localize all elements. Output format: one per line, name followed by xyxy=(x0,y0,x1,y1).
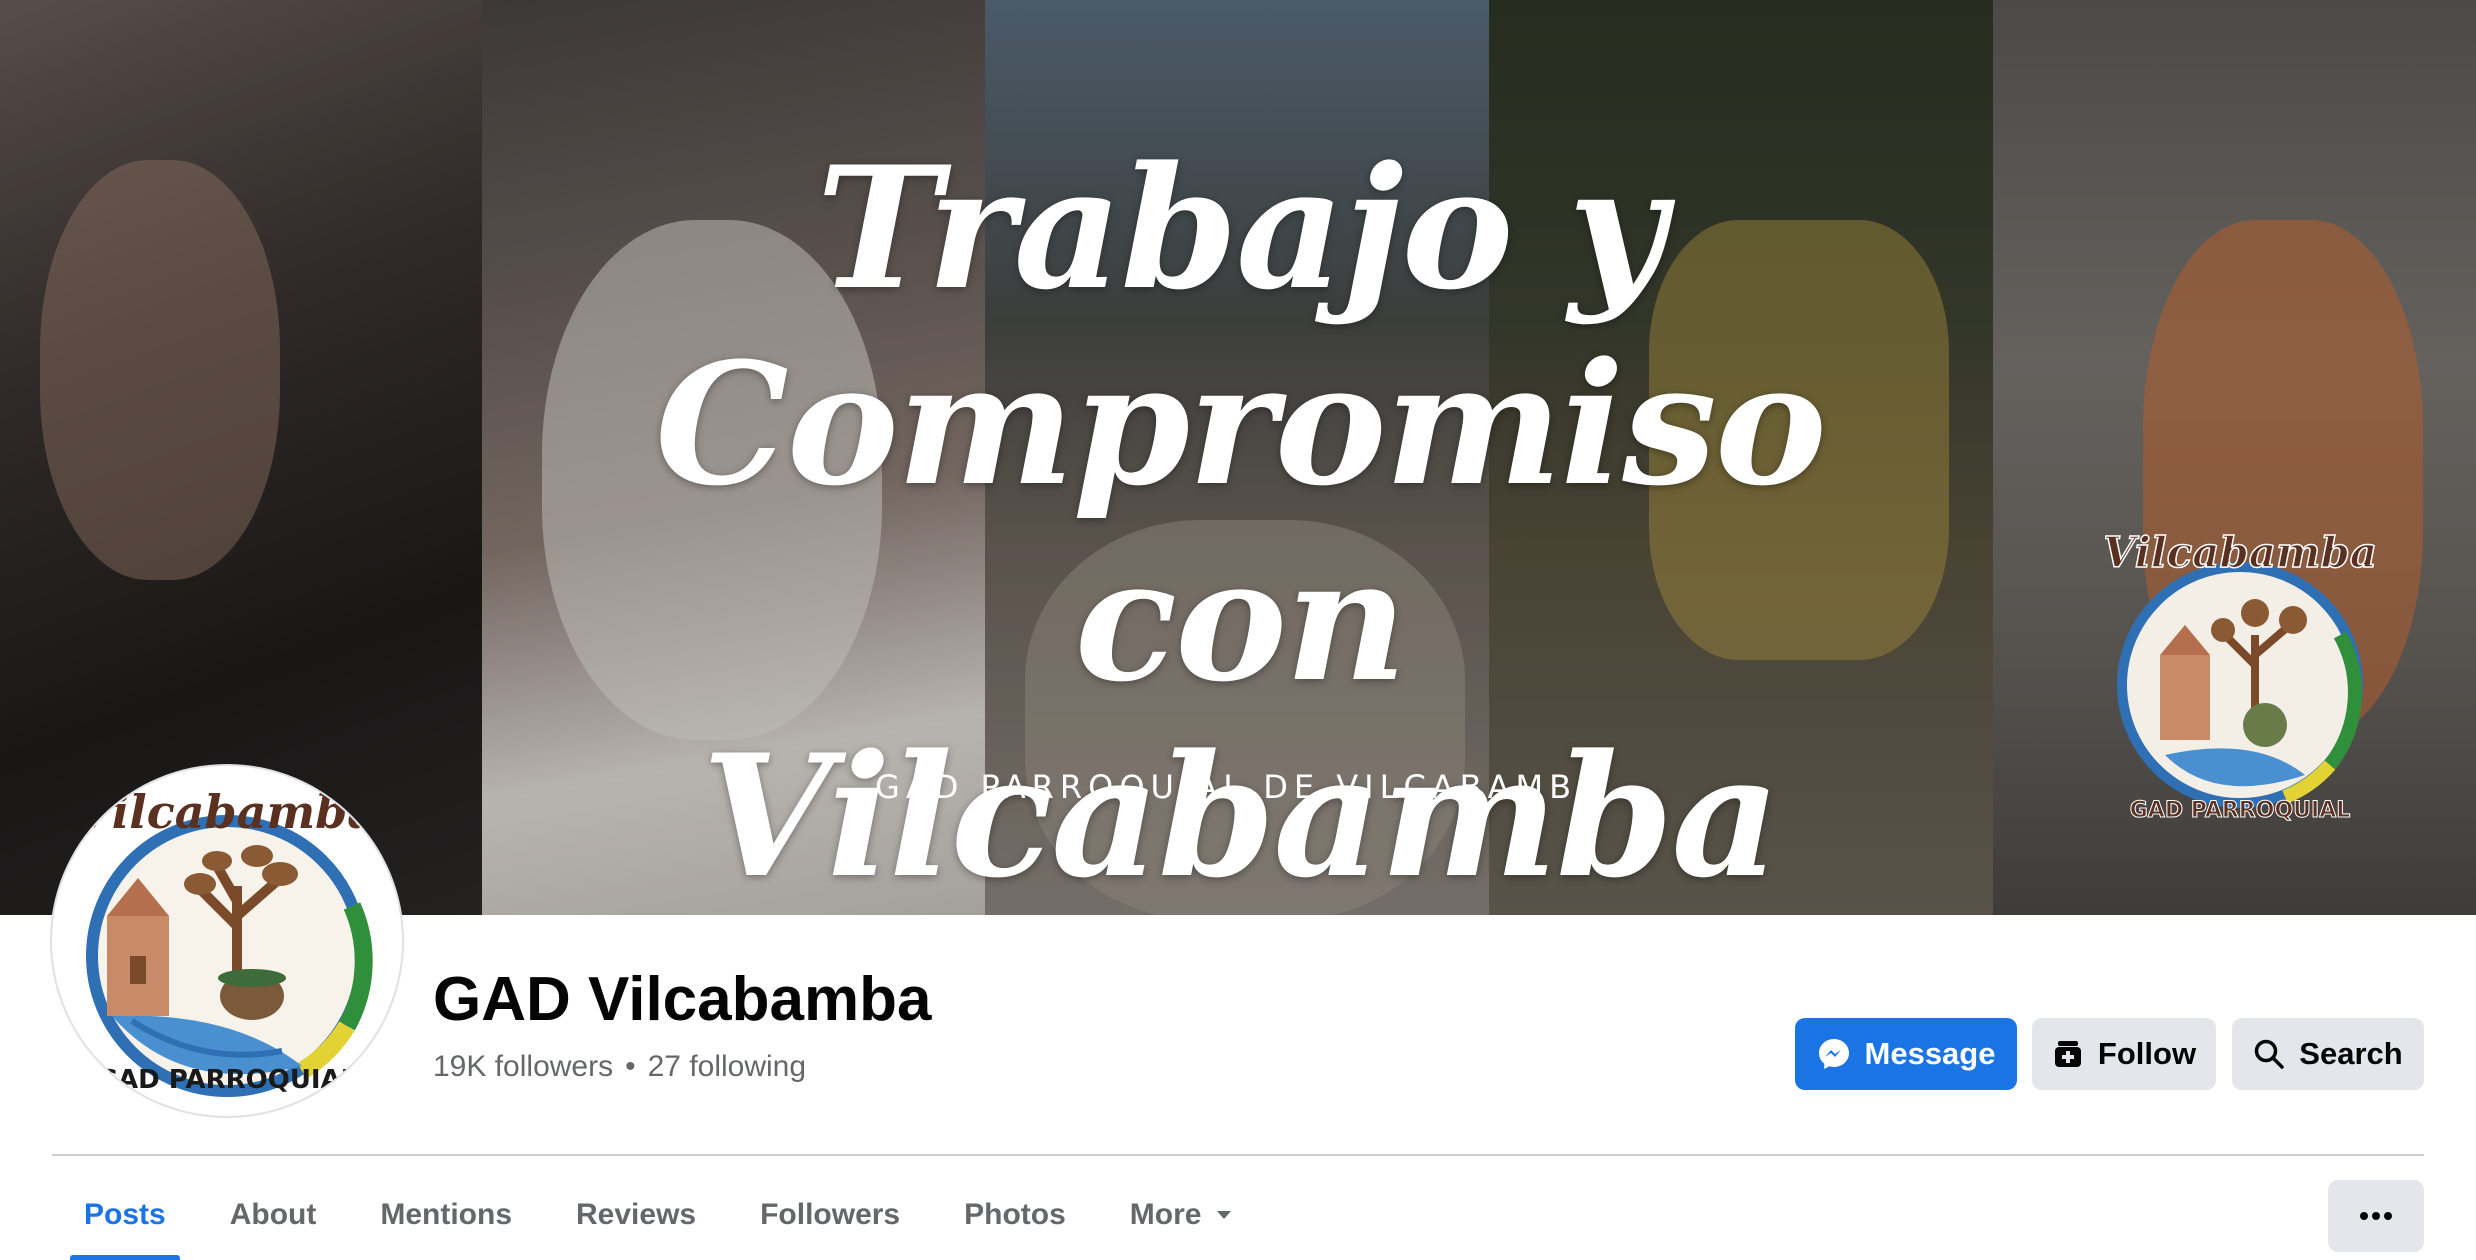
followers-count-link[interactable]: 19K followers xyxy=(433,1050,613,1084)
tab-about[interactable]: About xyxy=(198,1170,349,1260)
more-horizontal-icon xyxy=(2360,1212,2392,1220)
tab-photos[interactable]: Photos xyxy=(932,1170,1098,1260)
page-title: GAD Vilcabamba xyxy=(433,965,932,1034)
avatar-bottom-text: GAD PARROQUIAL xyxy=(97,1065,358,1095)
tab-mentions[interactable]: Mentions xyxy=(348,1170,544,1260)
tab-label: Posts xyxy=(84,1198,166,1231)
more-options-button[interactable] xyxy=(2328,1180,2424,1252)
tab-followers[interactable]: Followers xyxy=(728,1170,932,1260)
cover-title-line: Vilcabamba xyxy=(701,717,1781,915)
tab-posts[interactable]: Posts xyxy=(52,1170,198,1260)
cover-seal-bottom-text: GAD PARROQUIAL xyxy=(2130,798,2351,823)
profile-avatar[interactable]: Vilcabamba GAD PARROQUIAL xyxy=(52,766,402,1116)
message-button-label: Message xyxy=(1864,1036,1996,1071)
message-button[interactable]: Message xyxy=(1795,1018,2017,1090)
cover-subtitle: GAD PARROQUIAL DE VILCABAMBA xyxy=(875,768,1605,806)
tab-label: Mentions xyxy=(380,1198,513,1231)
cover-photo[interactable]: Trabajo y Compromiso con Vilcabamba GAD … xyxy=(0,0,2476,915)
search-button-label: Search xyxy=(2299,1036,2403,1071)
follow-button-label: Follow xyxy=(2097,1036,2197,1071)
tab-label: More xyxy=(1129,1198,1202,1231)
follow-icon xyxy=(2054,1041,2081,1067)
stats-separator: • xyxy=(625,1050,636,1083)
cover-seal-top-text: Vilcabamba xyxy=(2105,528,2375,577)
following-count-link[interactable]: 27 following xyxy=(648,1050,806,1084)
tab-label: About xyxy=(229,1198,317,1231)
caret-down-icon xyxy=(1217,1211,1232,1219)
avatar-logo: Vilcabamba GAD PARROQUIAL xyxy=(57,771,397,1111)
search-icon xyxy=(2255,1039,2285,1069)
tab-reviews[interactable]: Reviews xyxy=(544,1170,728,1260)
tab-more[interactable]: More xyxy=(1098,1170,1266,1260)
profile-page: Trabajo y Compromiso con Vilcabamba GAD … xyxy=(0,0,2476,1260)
tab-label: Photos xyxy=(964,1198,1066,1231)
follow-button[interactable]: Follow xyxy=(2032,1018,2216,1090)
profile-stats: 19K followers • 27 following xyxy=(433,1050,806,1084)
tab-label: Reviews xyxy=(576,1198,697,1231)
cover-title-line: Trabajo y xyxy=(816,129,1665,327)
messenger-icon xyxy=(1818,1039,1849,1069)
search-button[interactable]: Search xyxy=(2232,1018,2424,1090)
header-divider xyxy=(52,1154,2424,1156)
profile-tabs: Posts About Mentions Reviews Followers P… xyxy=(52,1170,1265,1260)
tab-label: Followers xyxy=(760,1198,901,1231)
cover-title-line: Compromiso con xyxy=(655,325,1827,719)
cover-seal-logo: Vilcabamba GAD PARROQUIAL xyxy=(2105,527,2375,823)
